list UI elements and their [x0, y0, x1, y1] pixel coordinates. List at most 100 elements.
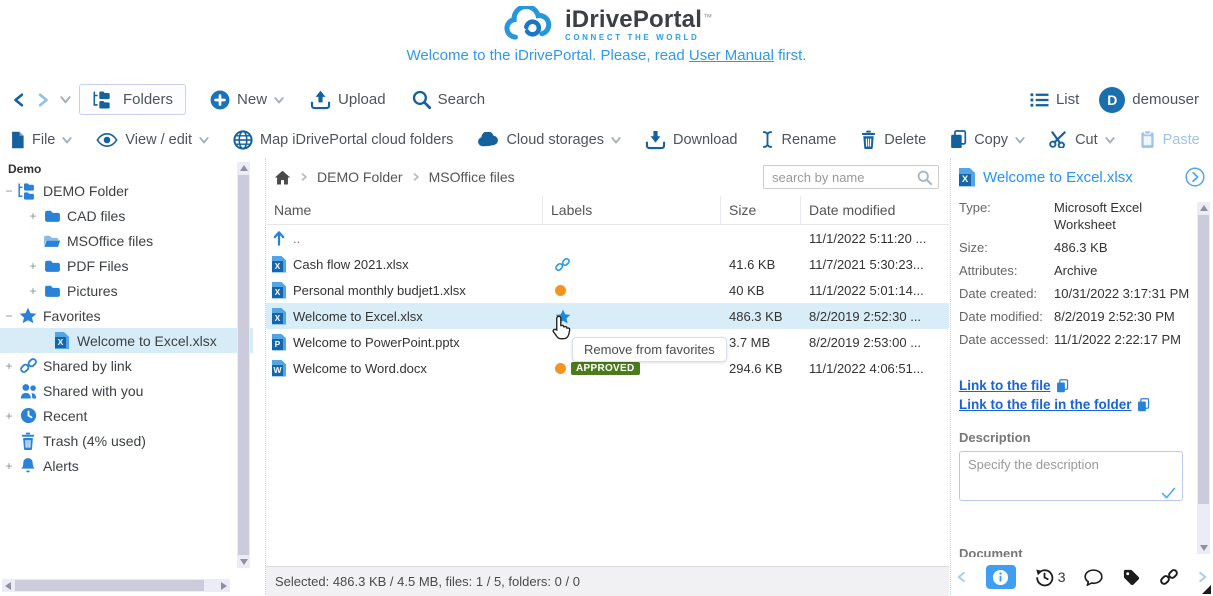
details-bottom-toolbar: 3 [951, 558, 1213, 596]
scroll-down-arrow-icon[interactable] [1200, 545, 1208, 551]
tree-item-recent[interactable]: + Recent [0, 403, 253, 428]
tree-vertical-scrollbar[interactable] [237, 162, 250, 568]
link-to-file[interactable]: Link to the file [959, 376, 1051, 395]
shared-link-label-icon[interactable] [555, 257, 570, 272]
tree-item-shared-by-link[interactable]: + Shared by link [0, 353, 253, 378]
file-table-header: Name Labels Size Date modified [266, 196, 949, 225]
back-icon[interactable] [12, 93, 26, 107]
tree-item-trash[interactable]: Trash (4% used) [0, 428, 253, 453]
tree-expander[interactable]: + [2, 459, 16, 473]
description-textarea[interactable] [959, 451, 1183, 501]
history-count-badge: 3 [1058, 569, 1066, 585]
tree-item-demo-folder[interactable]: − DEMO Folder [0, 178, 253, 203]
link-to-file-in-folder[interactable]: Link to the file in the folder [959, 395, 1132, 414]
tree-root-label[interactable]: Demo [0, 158, 253, 178]
map-cloud-folders-label: Map iDrivePortal cloud folders [260, 132, 453, 148]
map-cloud-folders-button[interactable]: Map iDrivePortal cloud folders [233, 130, 453, 150]
view-edit-dropdown-chevron-icon[interactable] [199, 135, 209, 145]
resize-grip[interactable] [1202, 585, 1211, 594]
file-dropdown-chevron-icon[interactable] [62, 135, 72, 145]
table-row-cash-flow[interactable]: XCash flow 2021.xlsx 41.6 KB 11/7/2021 5… [266, 251, 949, 277]
new-label: New [237, 91, 267, 108]
scrollbar-thumb[interactable] [238, 175, 249, 555]
details-vertical-scrollbar[interactable] [1197, 202, 1210, 554]
comments-tab-icon[interactable] [1084, 569, 1103, 586]
tree-expander[interactable]: + [2, 409, 16, 423]
scroll-right-arrow-icon[interactable] [221, 582, 227, 590]
search-button[interactable]: Search [412, 90, 486, 109]
circle-chevron-icon[interactable] [1185, 167, 1205, 187]
tree-expander[interactable]: + [26, 209, 40, 223]
tree-expander[interactable]: + [2, 359, 16, 373]
history-dropdown-chevron-icon[interactable] [60, 94, 71, 105]
tree-item-alerts[interactable]: + Alerts [0, 453, 253, 478]
view-edit-button[interactable]: View / edit [96, 132, 209, 148]
scroll-down-arrow-icon[interactable] [240, 559, 248, 565]
info-tab-button[interactable] [986, 565, 1016, 589]
search-input[interactable] [770, 169, 917, 186]
breadcrumb-item-msoffice-files[interactable]: MSOffice files [429, 169, 515, 185]
home-icon[interactable] [274, 170, 291, 185]
panel-next-chevron-icon[interactable] [1197, 570, 1208, 584]
table-row-personal-budget[interactable]: XPersonal monthly budjet1.xlsx 40 KB 11/… [266, 277, 949, 303]
tree-expander[interactable]: + [26, 259, 40, 273]
scroll-up-arrow-icon[interactable] [240, 165, 248, 171]
cloud-storages-dropdown-chevron-icon[interactable] [611, 135, 621, 145]
list-view-button[interactable]: List [1030, 91, 1079, 108]
tree-item-cad-files[interactable]: + CAD files [0, 203, 253, 228]
folders-button[interactable]: Folders [79, 84, 186, 115]
selection-status-bar: Selected: 486.3 KB / 4.5 MB, files: 1 / … [266, 566, 949, 596]
tree-expander[interactable]: − [2, 309, 16, 323]
upload-button[interactable]: Upload [310, 90, 386, 110]
copy-button[interactable]: Copy [950, 130, 1025, 149]
file-icon [10, 131, 25, 149]
rename-button[interactable]: Rename [761, 130, 836, 149]
details-file-title[interactable]: Welcome to Excel.xlsx [983, 169, 1133, 186]
user-manual-link[interactable]: User Manual [689, 47, 774, 64]
copy-dropdown-chevron-icon[interactable] [1015, 135, 1025, 145]
table-row-updir[interactable]: .. 11/1/2022 5:11:20 ... [266, 225, 949, 251]
column-header-size[interactable]: Size [721, 196, 801, 224]
new-button[interactable]: New [210, 90, 284, 110]
tree-item-shared-with-you[interactable]: Shared with you [0, 378, 253, 403]
tree-horizontal-scrollbar[interactable] [2, 579, 230, 592]
user-menu[interactable]: D demouser [1099, 87, 1199, 113]
history-tab-button[interactable]: 3 [1035, 568, 1066, 587]
cut-button[interactable]: Cut [1049, 131, 1115, 148]
scroll-up-arrow-icon[interactable] [1200, 205, 1208, 211]
scrollbar-thumb[interactable] [15, 580, 204, 591]
column-header-date-modified[interactable]: Date modified [801, 196, 949, 224]
paste-button[interactable]: Paste [1139, 130, 1200, 149]
cut-dropdown-chevron-icon[interactable] [1105, 135, 1115, 145]
search-icon[interactable] [917, 170, 932, 185]
tree-item-welcome-to-excel[interactable]: X Welcome to Excel.xlsx [0, 328, 253, 353]
link-tab-icon[interactable] [1160, 568, 1178, 586]
link-icon [20, 357, 37, 374]
breadcrumb-item-demo-folder[interactable]: DEMO Folder [317, 169, 403, 185]
tree-expander[interactable]: + [26, 284, 40, 298]
tree-expander[interactable]: − [2, 184, 16, 198]
cloud-storages-button[interactable]: Cloud storages [477, 132, 621, 148]
forward-icon[interactable] [36, 93, 50, 107]
copy-link-icon[interactable] [1056, 379, 1069, 393]
download-button[interactable]: Download [645, 130, 738, 150]
tag-tab-icon[interactable] [1122, 568, 1141, 587]
new-dropdown-chevron-icon[interactable] [274, 95, 284, 105]
check-icon[interactable] [1161, 487, 1176, 499]
delete-label: Delete [884, 132, 926, 148]
welcome-suffix: first. [774, 47, 807, 64]
column-header-name[interactable]: Name [266, 196, 543, 224]
delete-button[interactable]: Delete [860, 130, 926, 149]
copy-link-icon[interactable] [1137, 398, 1150, 412]
scroll-left-arrow-icon[interactable] [5, 582, 11, 590]
file-menu-button[interactable]: File [10, 131, 72, 149]
welcome-prefix: Welcome to the iDrivePortal. Please, rea… [407, 47, 689, 64]
scrollbar-thumb[interactable] [1198, 215, 1209, 504]
tree-item-pdf-files[interactable]: + PDF Files [0, 253, 253, 278]
table-row-welcome-to-excel[interactable]: XWelcome to Excel.xlsx 486.3 KB 8/2/2019… [266, 303, 949, 329]
panel-prev-chevron-icon[interactable] [956, 570, 967, 584]
tree-item-msoffice-files[interactable]: MSOffice files [0, 228, 253, 253]
tree-item-pictures[interactable]: + Pictures [0, 278, 253, 303]
column-header-labels[interactable]: Labels [543, 196, 721, 224]
tree-item-favorites[interactable]: − Favorites [0, 303, 253, 328]
